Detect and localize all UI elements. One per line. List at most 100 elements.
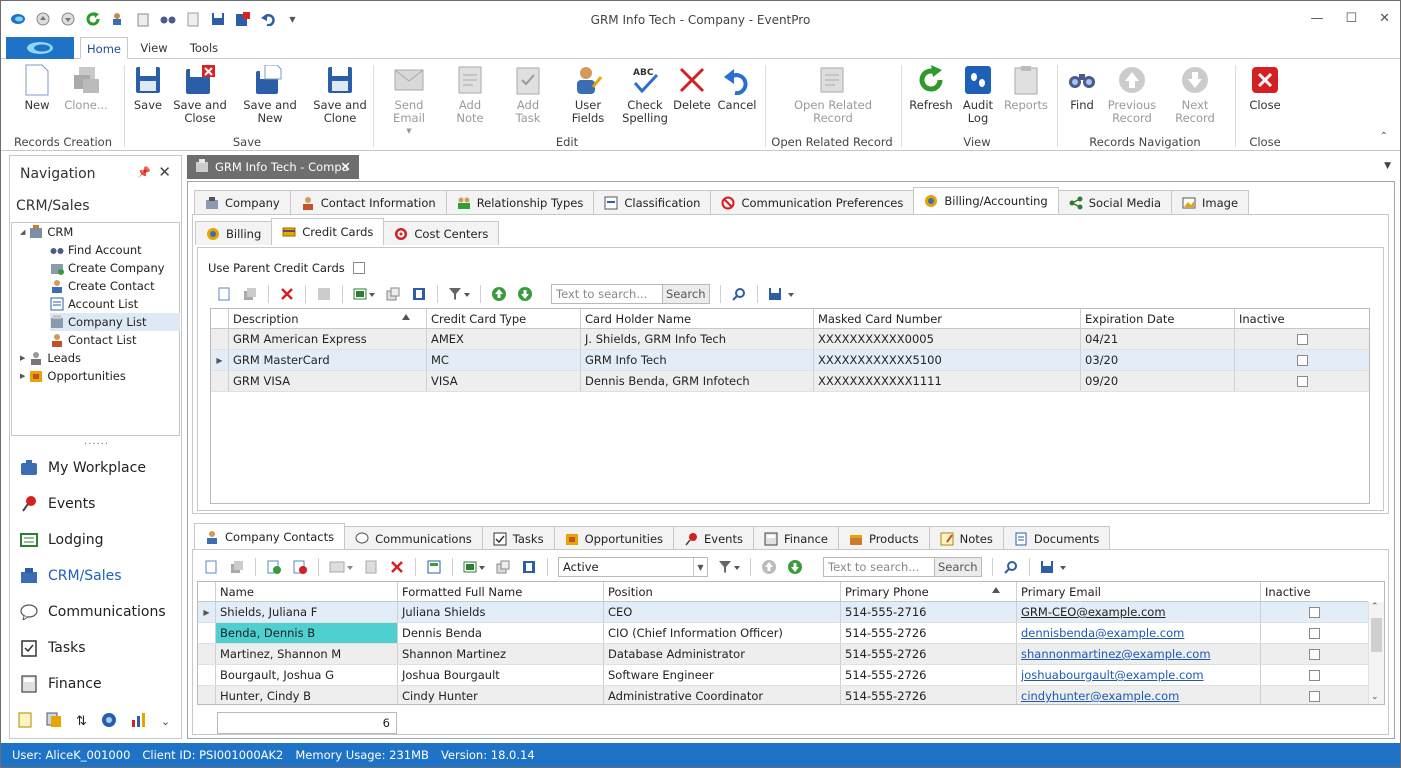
inactive-checkbox[interactable]: [1309, 690, 1320, 702]
col-name[interactable]: Name: [216, 582, 398, 601]
email-link[interactable]: shannonmartinez@example.com: [1017, 644, 1261, 664]
reports-button[interactable]: Reports: [1003, 63, 1049, 112]
expand-icon[interactable]: ▶: [20, 367, 25, 385]
tab-credit-cards[interactable]: Credit Cards: [271, 218, 385, 245]
next-record-button[interactable]: Next Record: [1163, 63, 1227, 125]
open-related-icon[interactable]: [316, 286, 332, 302]
tree-node-contact-list[interactable]: Contact List: [50, 331, 137, 349]
tab-tools[interactable]: Tools: [184, 37, 224, 59]
tab-notes[interactable]: Notes: [928, 526, 1004, 550]
tab-social-media[interactable]: Social Media: [1057, 190, 1173, 214]
table-row[interactable]: Benda, Dennis B Dennis Benda CIO (Chief …: [198, 623, 1368, 644]
inactive-checkbox[interactable]: [1309, 669, 1320, 681]
module-communications[interactable]: Communications: [20, 600, 166, 624]
remove-icon[interactable]: [292, 559, 308, 575]
delete-button[interactable]: Delete: [673, 63, 711, 112]
new-record-icon[interactable]: [203, 559, 219, 575]
col-expiration-date[interactable]: Expiration Date: [1081, 309, 1235, 328]
add-note-button[interactable]: Add Note: [445, 63, 495, 125]
add-existing-icon[interactable]: [266, 559, 282, 575]
tab-tasks[interactable]: Tasks: [481, 526, 555, 550]
module-events[interactable]: Events: [20, 492, 95, 516]
move-up-icon[interactable]: [491, 286, 507, 302]
tree-node-account-list[interactable]: Account List: [50, 295, 138, 313]
inactive-checkbox[interactable]: [1296, 375, 1308, 387]
email-link[interactable]: GRM-CEO@example.com: [1017, 602, 1261, 622]
scrollbar-thumb[interactable]: [1371, 618, 1382, 652]
find-icon[interactable]: [1003, 559, 1019, 575]
collapse-icon[interactable]: ◢: [20, 223, 25, 241]
save-and-clone-button[interactable]: Save and Clone: [313, 63, 367, 125]
use-parent-credit-cards[interactable]: Use Parent Credit Cards: [208, 261, 365, 275]
tab-company[interactable]: Company: [194, 190, 291, 214]
save-and-new-button[interactable]: Save and New: [233, 63, 307, 125]
module-my-workplace[interactable]: My Workplace: [20, 456, 146, 480]
find-button[interactable]: Find: [1065, 63, 1099, 112]
note-icon[interactable]: [18, 712, 32, 731]
send-email-button[interactable]: Send Email ▼: [379, 63, 439, 138]
user-fields-button[interactable]: User Fields: [559, 63, 617, 125]
focused-cell[interactable]: Benda, Dennis B: [216, 623, 398, 643]
col-inactive[interactable]: Inactive: [1235, 309, 1369, 328]
cc-search-button[interactable]: Search: [663, 284, 710, 304]
module-finance[interactable]: Finance: [20, 672, 102, 696]
doc-list-dropdown-icon[interactable]: ▼: [1384, 161, 1391, 171]
splitter-grip[interactable]: ······: [84, 439, 109, 450]
email-link[interactable]: dennisbenda@example.com: [1017, 623, 1261, 643]
tab-cost-centers[interactable]: Cost Centers: [383, 221, 500, 245]
table-row[interactable]: Bourgault, Joshua G Joshua Bourgault Sof…: [198, 665, 1368, 686]
scroll-down-icon[interactable]: ⌄: [1371, 692, 1379, 702]
previous-record-button[interactable]: Previous Record: [1105, 63, 1159, 125]
export-icon[interactable]: [495, 559, 511, 575]
table-row[interactable]: ▶ Shields, Juliana F Juliana Shields CEO…: [198, 602, 1368, 623]
add-task-button[interactable]: Add Task: [503, 63, 553, 125]
audit-log-button[interactable]: Audit Log: [959, 63, 997, 125]
email-link[interactable]: joshuabourgault@example.com: [1017, 665, 1261, 685]
maximize-button[interactable]: ☐: [1345, 11, 1357, 26]
module-crm-sales[interactable]: CRM/Sales: [20, 564, 122, 588]
collapse-ribbon-icon[interactable]: ⌃: [1380, 131, 1388, 142]
contacts-scrollbar[interactable]: ⌃ ⌄: [1368, 602, 1384, 704]
cc-search-input[interactable]: Text to search...: [551, 284, 663, 304]
columns-dropdown-icon[interactable]: [353, 286, 375, 302]
move-down-icon[interactable]: [787, 559, 803, 575]
close-window-button[interactable]: ✕: [1379, 11, 1390, 26]
table-row[interactable]: Hunter, Cindy B Cindy Hunter Administrat…: [198, 686, 1368, 704]
col-description[interactable]: Description: [229, 309, 427, 328]
new-button[interactable]: New: [19, 63, 55, 112]
delete-icon[interactable]: [279, 286, 295, 302]
tab-relationship-types[interactable]: Relationship Types: [445, 190, 595, 214]
module-tasks[interactable]: Tasks: [20, 636, 86, 660]
filter-dropdown-icon[interactable]: [448, 286, 470, 302]
tab-finance[interactable]: Finance: [752, 526, 839, 550]
close-nav-icon[interactable]: ✕: [158, 163, 171, 181]
tree-node-company-list[interactable]: Company List: [50, 313, 180, 331]
tab-classification[interactable]: Classification: [593, 190, 712, 214]
table-row[interactable]: GRM VISA VISA Dennis Benda, GRM Infotech…: [211, 371, 1369, 392]
col-primary-email[interactable]: Primary Email: [1017, 582, 1261, 601]
status-filter-select[interactable]: Active ▼: [558, 557, 708, 577]
filter-dropdown-icon[interactable]: [718, 559, 740, 575]
tab-company-contacts[interactable]: Company Contacts: [194, 523, 346, 550]
tab-billing[interactable]: Billing: [195, 221, 273, 245]
clone-button[interactable]: Clone...: [61, 63, 111, 112]
scroll-up-icon[interactable]: ⌃: [1371, 602, 1379, 612]
columns-dropdown-icon[interactable]: [463, 559, 485, 575]
expand-icon[interactable]: ▶: [20, 349, 25, 367]
tab-view[interactable]: View: [134, 37, 174, 59]
table-row[interactable]: ▶ GRM MasterCard MC GRM Info Tech XXXXXX…: [211, 350, 1369, 371]
open-related-record-button[interactable]: Open Related Record: [791, 63, 875, 125]
inactive-checkbox[interactable]: [1296, 354, 1308, 366]
inactive-checkbox[interactable]: [1296, 333, 1308, 345]
find-icon[interactable]: [731, 286, 747, 302]
save-layout-dropdown-icon[interactable]: [768, 286, 796, 302]
inactive-checkbox[interactable]: [1309, 627, 1320, 639]
sort-arrows-icon[interactable]: ⇅: [76, 714, 87, 729]
email-dropdown-icon[interactable]: [329, 559, 353, 575]
pin-icon[interactable]: 📌: [137, 166, 151, 179]
tab-home[interactable]: Home: [80, 37, 128, 59]
export-icon[interactable]: [385, 286, 401, 302]
tab-communication-preferences[interactable]: Communication Preferences: [710, 190, 915, 214]
close-record-button[interactable]: Close: [1245, 63, 1285, 112]
col-primary-phone[interactable]: Primary Phone: [841, 582, 1017, 601]
